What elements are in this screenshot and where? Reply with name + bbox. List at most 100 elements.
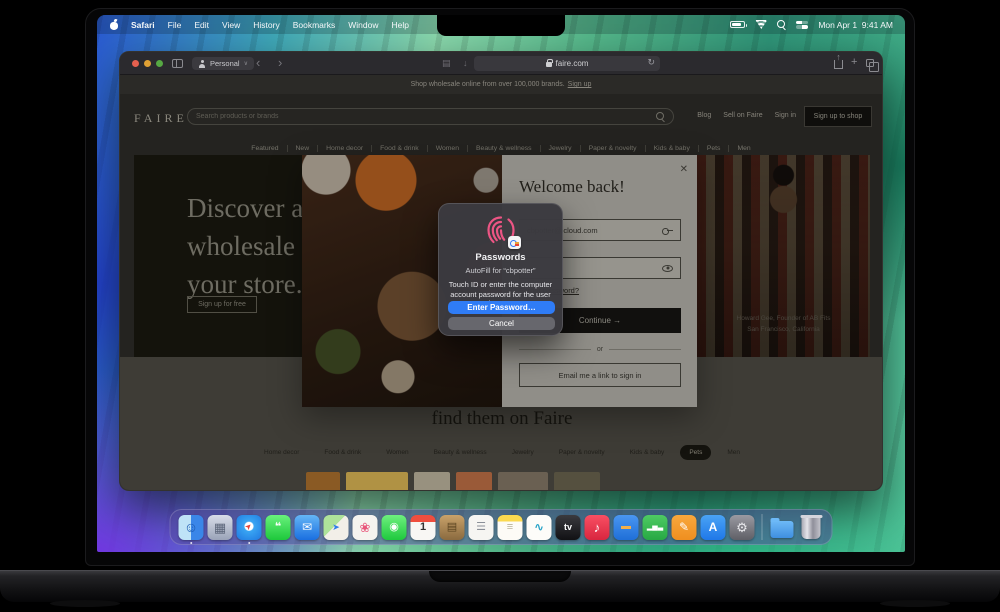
category-pill[interactable]: Food & drink bbox=[315, 445, 370, 460]
dock-app-notes-icon[interactable]: ≡ bbox=[497, 511, 524, 543]
dock-app-launchpad-icon[interactable]: ▦ bbox=[207, 511, 234, 543]
category-pill[interactable]: Kids & baby bbox=[621, 445, 674, 460]
category-pills: Home decor Food & drink Women Beauty & well… bbox=[120, 445, 882, 460]
profile-button[interactable]: Personal ∨ bbox=[192, 57, 255, 70]
link-sign-in[interactable]: Sign in bbox=[775, 112, 796, 119]
show-password-eye-icon[interactable] bbox=[662, 264, 673, 272]
dock-app-numbers-icon[interactable]: ▂▅▃ bbox=[642, 511, 669, 543]
menu-item-bookmarks[interactable]: Bookmarks bbox=[293, 20, 336, 30]
faire-logo[interactable]: FAIRE bbox=[134, 111, 188, 126]
address-bar[interactable]: faire.com ↻ bbox=[474, 56, 660, 71]
dock-app-messages-icon[interactable]: ❝ bbox=[265, 511, 292, 543]
new-tab-icon[interactable]: + bbox=[851, 56, 857, 68]
promo-banner-signup-link[interactable]: Sign up bbox=[568, 81, 592, 88]
category-nav-item[interactable]: Food & drink bbox=[371, 145, 427, 152]
email-link-signin-button[interactable]: Email me a link to sign in bbox=[519, 363, 681, 387]
dock-app-facetime-icon[interactable]: ◉ bbox=[381, 511, 408, 543]
menu-item-view[interactable]: View bbox=[222, 20, 240, 30]
category-nav-item[interactable]: Jewelry bbox=[539, 145, 580, 152]
dock-app-finder-icon[interactable]: ☺ bbox=[178, 511, 205, 544]
downloads-icon[interactable]: ↓ bbox=[463, 58, 468, 68]
category-pill[interactable]: Jewelry bbox=[503, 445, 543, 460]
category-nav-item[interactable]: Paper & novelty bbox=[579, 145, 645, 152]
menu-item-window[interactable]: Window bbox=[348, 20, 378, 30]
product-thumb[interactable] bbox=[554, 472, 600, 490]
page-preview-icon[interactable]: ▤ bbox=[442, 58, 451, 69]
dock-app-photos-icon[interactable]: ❀ bbox=[352, 511, 379, 543]
category-nav-item[interactable]: Featured bbox=[243, 145, 286, 152]
close-icon[interactable]: ✕ bbox=[680, 164, 688, 175]
link-sell-on-faire[interactable]: Sell on Faire bbox=[723, 112, 762, 119]
dock-app-reminders-icon[interactable]: ☰ bbox=[468, 511, 495, 543]
profile-label: Personal bbox=[210, 59, 240, 68]
menu-bar-clock[interactable]: Mon Apr 1 9:41 AM bbox=[818, 20, 893, 30]
menu-item-help[interactable]: Help bbox=[391, 20, 408, 30]
close-window-button[interactable] bbox=[132, 60, 139, 67]
dock-app-mail-icon[interactable]: ✉ bbox=[294, 511, 321, 543]
product-thumb[interactable] bbox=[414, 472, 450, 490]
minimize-window-button[interactable] bbox=[144, 60, 151, 67]
category-nav-item[interactable]: Beauty & wellness bbox=[467, 145, 540, 152]
category-nav-item[interactable]: Kids & baby bbox=[644, 145, 698, 152]
touchid-passwords-dialog: Passwords AutoFill for “cbpotter” Touch … bbox=[438, 203, 563, 336]
category-pill[interactable]: Women bbox=[377, 445, 417, 460]
menu-item-file[interactable]: File bbox=[168, 20, 182, 30]
category-nav-item[interactable]: Home decor bbox=[317, 145, 371, 152]
cancel-button[interactable]: Cancel bbox=[448, 317, 555, 330]
dock-app-freeform-icon[interactable]: ∿ bbox=[526, 511, 553, 543]
tab-overview-icon[interactable] bbox=[866, 59, 879, 72]
dialog-title: Passwords bbox=[475, 252, 526, 263]
zoom-window-button[interactable] bbox=[156, 60, 163, 67]
dock-app-maps-icon[interactable]: ➤ bbox=[323, 511, 350, 543]
forward-button[interactable]: › bbox=[278, 55, 282, 71]
category-pill[interactable]: Pets bbox=[680, 445, 712, 460]
hero-heading: Discover an wholesale p your store. bbox=[187, 193, 317, 299]
battery-icon[interactable] bbox=[730, 21, 748, 28]
product-thumb[interactable] bbox=[346, 472, 408, 490]
menu-item-edit[interactable]: Edit bbox=[194, 20, 209, 30]
sidebar-toggle-icon[interactable] bbox=[172, 59, 183, 68]
menu-item-safari[interactable]: Safari bbox=[131, 20, 155, 30]
dock-app-tv-icon[interactable]: tv bbox=[555, 511, 582, 543]
dock-app-safari-icon[interactable]: ➤ bbox=[236, 511, 263, 544]
share-icon[interactable] bbox=[834, 60, 843, 69]
menu-item-history[interactable]: History bbox=[253, 20, 279, 30]
passwords-app-badge-icon bbox=[507, 236, 521, 249]
hero-signup-free-button[interactable]: Sign up for free bbox=[187, 296, 257, 313]
category-pill[interactable]: Home decor bbox=[255, 445, 308, 460]
category-nav-item[interactable]: Women bbox=[426, 145, 467, 152]
site-search-input[interactable] bbox=[196, 113, 656, 120]
touchid-fingerprint-icon bbox=[483, 212, 521, 249]
dock-app-trash-icon[interactable] bbox=[798, 511, 825, 543]
category-pill[interactable]: Beauty & wellness bbox=[425, 445, 496, 460]
back-button[interactable]: ‹ bbox=[256, 55, 260, 71]
dock-app-appstore-icon[interactable]: A bbox=[700, 511, 727, 543]
category-nav-item[interactable]: Pets bbox=[697, 145, 729, 152]
dock-app-keynote-icon[interactable]: ▬ bbox=[613, 511, 640, 543]
apple-menu-icon[interactable] bbox=[110, 20, 118, 30]
signup-to-shop-button[interactable]: Sign up to shop bbox=[804, 106, 872, 127]
dock-app-contacts-icon[interactable]: ▤ bbox=[439, 511, 466, 543]
dock-app-calendar-icon[interactable]: 1 bbox=[410, 511, 437, 543]
product-thumb[interactable] bbox=[306, 472, 340, 490]
wifi-icon[interactable] bbox=[755, 20, 768, 29]
autofill-key-icon[interactable] bbox=[662, 227, 673, 235]
enter-password-button[interactable]: Enter Password… bbox=[448, 301, 555, 314]
spotlight-search-icon[interactable] bbox=[777, 20, 786, 29]
laptop-base bbox=[0, 570, 1000, 602]
product-thumb[interactable] bbox=[456, 472, 492, 490]
category-nav-item[interactable]: New bbox=[286, 145, 318, 152]
dock-app-settings-icon[interactable]: ⚙ bbox=[729, 511, 756, 543]
category-nav-item[interactable]: Men bbox=[728, 145, 758, 152]
category-pill[interactable]: Paper & novelty bbox=[550, 445, 614, 460]
dock-app-downloads-icon[interactable] bbox=[769, 511, 796, 543]
search-icon bbox=[656, 112, 665, 121]
site-search[interactable] bbox=[187, 108, 674, 125]
link-blog[interactable]: Blog bbox=[697, 112, 711, 119]
dock-app-pages-icon[interactable]: ✎ bbox=[671, 511, 698, 543]
control-center-icon[interactable] bbox=[796, 20, 809, 29]
reload-icon[interactable]: ↻ bbox=[647, 57, 655, 68]
dock-app-music-icon[interactable]: ♪ bbox=[584, 511, 611, 543]
product-thumb[interactable] bbox=[498, 472, 548, 490]
category-pill[interactable]: Men bbox=[718, 445, 749, 460]
